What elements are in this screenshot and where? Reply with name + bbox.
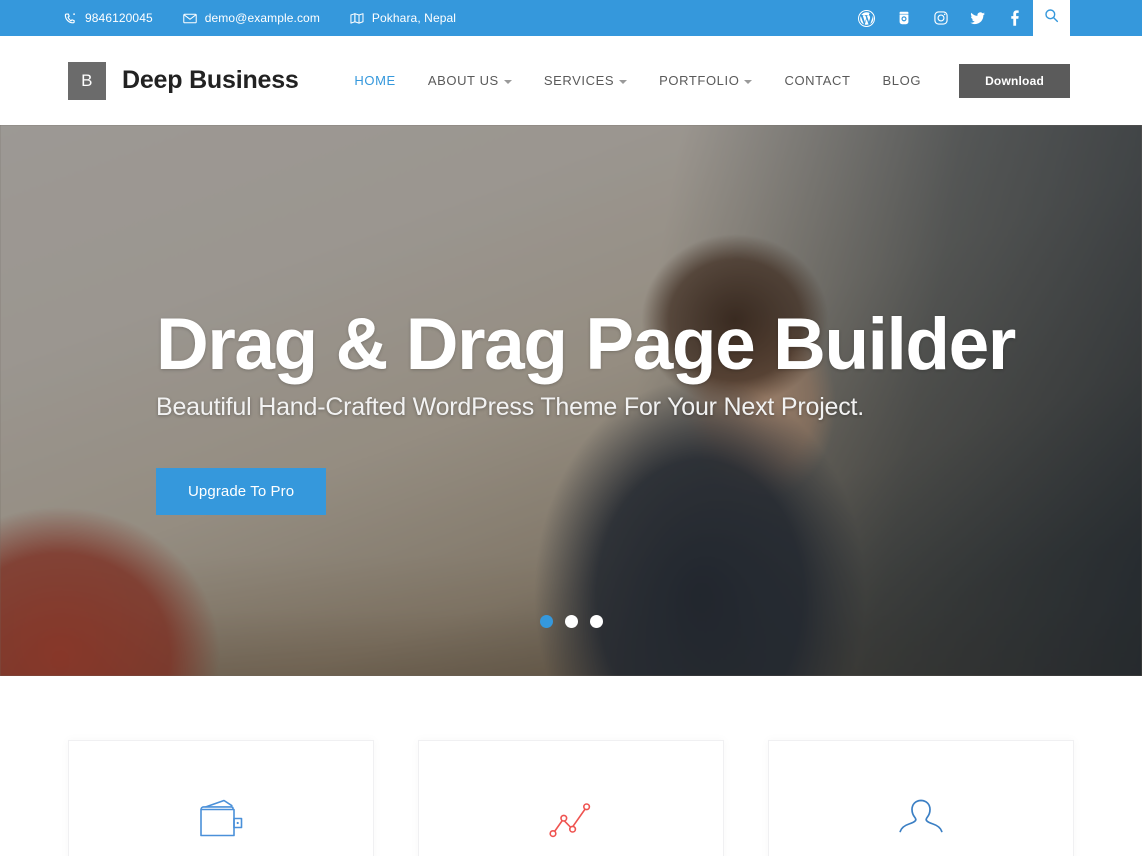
phone-number: 9846120045 <box>85 11 153 25</box>
nav-item-portfolio[interactable]: PORTFOLIO <box>643 73 768 88</box>
nav-label-contact: CONTACT <box>784 73 851 88</box>
feature-card-user[interactable] <box>768 740 1074 856</box>
slider-pagination <box>0 615 1142 628</box>
phone-icon <box>64 12 77 25</box>
nav-item-services[interactable]: SERVICES <box>528 73 643 88</box>
nav-label-about-us: ABOUT US <box>427 73 499 88</box>
nav-label-portfolio: PORTFOLIO <box>659 73 740 88</box>
instagram-icon <box>933 10 949 26</box>
phone-contact[interactable]: 9846120045 <box>64 11 153 25</box>
top-bar-spacer <box>1070 0 1142 36</box>
nav-item-about-us[interactable]: ABOUT US <box>412 73 528 88</box>
email-address: demo@example.com <box>204 11 320 25</box>
hero-subtitle: Beautiful Hand-Crafted WordPress Theme F… <box>156 393 865 421</box>
twitter-icon <box>969 10 986 27</box>
site-logo[interactable]: B Deep Business <box>68 61 299 100</box>
logo-mark: B <box>68 61 106 100</box>
nav-item-blog[interactable]: BLOG <box>867 73 938 88</box>
main-navigation: HOME ABOUT US SERVICES PORTFOLIO CONTACT… <box>338 63 1070 98</box>
slider-dot-1[interactable] <box>539 615 553 628</box>
hero-content: Drag & Drag Page Builder Beautiful Hand-… <box>0 125 1142 676</box>
features-section <box>0 676 1142 856</box>
hero-slider: Drag & Drag Page Builder Beautiful Hand-… <box>0 125 1142 676</box>
feature-card-wallet[interactable] <box>68 740 374 856</box>
chevron-down-icon <box>619 79 628 84</box>
chevron-down-icon <box>744 79 753 84</box>
social-links <box>848 0 1033 36</box>
wallet-icon <box>197 797 245 841</box>
user-icon <box>897 797 945 841</box>
features-row <box>0 740 1142 856</box>
nav-label-home: HOME <box>354 73 396 88</box>
facebook-icon <box>1006 9 1023 27</box>
social-link-twitter[interactable] <box>959 0 996 36</box>
wordpress-icon <box>858 9 875 27</box>
social-link-instagram[interactable] <box>922 0 959 36</box>
search-icon <box>1044 8 1059 28</box>
social-link-wordpress[interactable] <box>848 0 885 36</box>
download-button[interactable]: Download <box>959 63 1070 98</box>
upgrade-to-pro-button[interactable]: Upgrade To Pro <box>156 468 327 515</box>
top-bar-social-area <box>848 0 1142 36</box>
feature-card-chart[interactable] <box>418 740 724 856</box>
map-icon <box>350 12 364 25</box>
social-link-youtube[interactable] <box>885 0 922 36</box>
top-bar: 9846120045 demo@example.com Pokhara, Nep… <box>0 0 1142 36</box>
slider-dot-3[interactable] <box>589 615 603 628</box>
slider-dot-2[interactable] <box>564 615 578 628</box>
email-contact[interactable]: demo@example.com <box>183 11 320 25</box>
nav-label-services: SERVICES <box>543 73 615 88</box>
brand-name: Deep Business <box>122 66 299 94</box>
social-link-facebook[interactable] <box>996 0 1033 36</box>
line-chart-icon <box>547 797 595 841</box>
site-header: B Deep Business HOME ABOUT US SERVICES P… <box>0 36 1142 125</box>
location-text: Pokhara, Nepal <box>371 11 457 25</box>
envelope-icon <box>183 12 197 25</box>
youtube-icon <box>896 10 912 26</box>
nav-item-home[interactable]: HOME <box>338 73 411 88</box>
location-info[interactable]: Pokhara, Nepal <box>350 11 456 25</box>
nav-label-blog: BLOG <box>882 73 922 88</box>
hero-title: Drag & Drag Page Builder <box>156 304 1016 385</box>
top-bar-contact-info: 9846120045 demo@example.com Pokhara, Nep… <box>0 0 848 36</box>
search-button[interactable] <box>1033 0 1070 36</box>
chevron-down-icon <box>503 79 512 84</box>
nav-item-contact[interactable]: CONTACT <box>768 73 866 88</box>
